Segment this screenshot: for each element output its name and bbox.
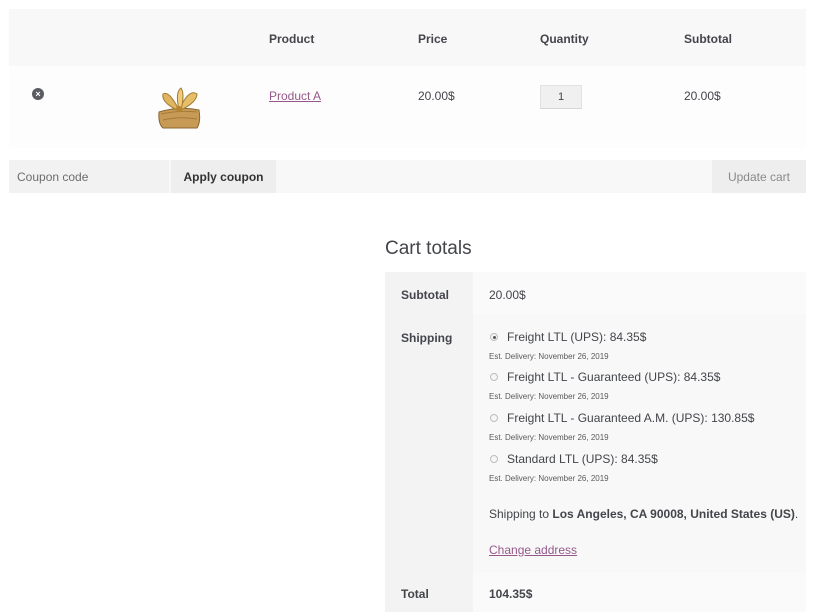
shipping-option-label[interactable]: Freight LTL (UPS): 84.35$ (507, 330, 646, 344)
item-subtotal: 20.00$ (684, 89, 721, 103)
shipping-option-est-delivery: Est. Delivery: November 26, 2019 (489, 392, 609, 401)
shipping-to-location: Los Angeles, CA 90008, United States (US… (552, 507, 795, 521)
shipping-option-radio[interactable] (490, 373, 498, 381)
shipping-option-radio[interactable] (490, 333, 498, 341)
cart-table-row (9, 66, 806, 148)
gift-package-icon (158, 87, 201, 129)
shipping-option-radio[interactable] (490, 414, 498, 422)
shipping-option-label[interactable]: Freight LTL - Guaranteed (UPS): 84.35$ (507, 370, 720, 384)
shipping-option-radio[interactable] (490, 455, 498, 463)
shipping-destination: Shipping to Los Angeles, CA 90008, Unite… (489, 507, 798, 521)
cart-totals-title: Cart totals (385, 238, 472, 259)
totals-subtotal-value: 20.00$ (489, 288, 526, 302)
totals-label-column (385, 272, 473, 612)
coupon-code-input[interactable]: Coupon code (9, 160, 169, 193)
apply-coupon-button[interactable]: Apply coupon (171, 160, 276, 193)
header-subtotal: Subtotal (684, 32, 732, 46)
remove-item-icon[interactable]: × (32, 88, 44, 100)
update-cart-button[interactable]: Update cart (712, 160, 806, 193)
header-price: Price (418, 32, 448, 46)
shipping-to-suffix: . (794, 507, 799, 521)
totals-shipping-label: Shipping (401, 331, 453, 345)
totals-value-column (473, 272, 806, 612)
shipping-option-est-delivery: Est. Delivery: November 26, 2019 (489, 474, 609, 483)
header-product: Product (269, 32, 315, 46)
shipping-option-label[interactable]: Standard LTL (UPS): 84.35$ (507, 452, 658, 466)
shipping-to-prefix: Shipping to (489, 507, 553, 521)
product-thumbnail[interactable] (155, 84, 203, 130)
header-quantity: Quantity (540, 32, 589, 46)
totals-total-label: Total (401, 587, 429, 601)
totals-subtotal-label: Subtotal (401, 288, 449, 302)
shipping-option-est-delivery: Est. Delivery: November 26, 2019 (489, 352, 609, 361)
totals-total-value: 104.35$ (489, 587, 533, 601)
shipping-option-est-delivery: Est. Delivery: November 26, 2019 (489, 433, 609, 442)
product-link[interactable]: Product A (269, 89, 321, 103)
shipping-option-label[interactable]: Freight LTL - Guaranteed A.M. (UPS): 130… (507, 411, 754, 425)
item-price: 20.00$ (418, 89, 455, 103)
quantity-input[interactable]: 1 (540, 85, 582, 109)
change-address-link[interactable]: Change address (489, 543, 577, 557)
